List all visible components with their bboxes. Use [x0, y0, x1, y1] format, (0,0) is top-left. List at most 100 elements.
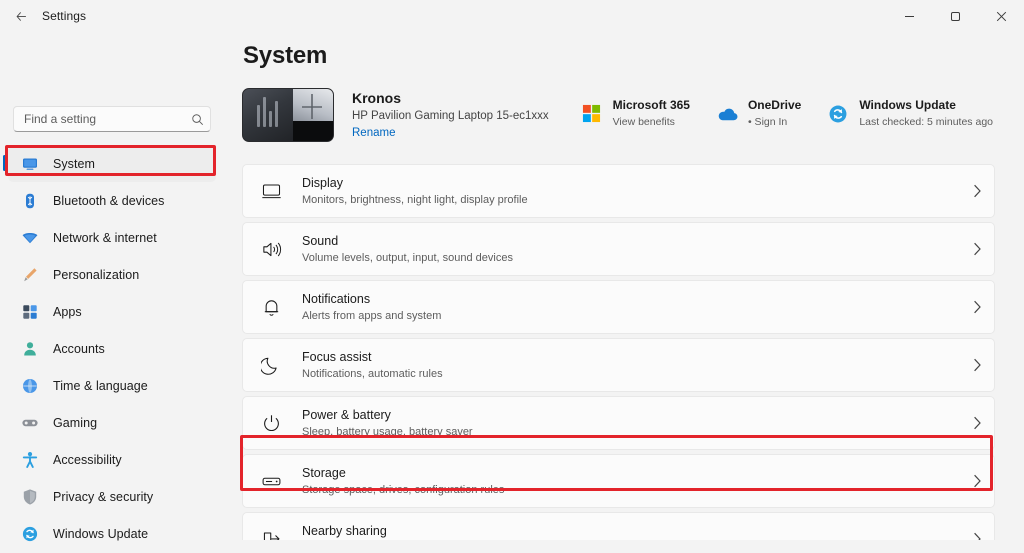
window-controls — [886, 0, 1024, 32]
bell-icon — [258, 294, 284, 320]
sidebar-item-system[interactable]: System — [8, 146, 216, 182]
row-subtitle: Monitors, brightness, night light, displ… — [302, 193, 960, 208]
apps-grid-icon — [20, 302, 40, 322]
gamepad-icon — [20, 413, 40, 433]
sidebar-item-gaming[interactable]: Gaming — [8, 405, 216, 441]
window-title: Settings — [42, 9, 86, 23]
chevron-right-icon — [960, 300, 994, 314]
row-title: Notifications — [302, 292, 370, 306]
chevron-right-icon — [960, 474, 994, 488]
settings-row-display[interactable]: Display Monitors, brightness, night ligh… — [242, 164, 995, 218]
sidebar-item-bluetooth-devices[interactable]: Bluetooth & devices — [8, 183, 216, 219]
speaker-icon — [258, 236, 284, 262]
row-title: Storage — [302, 466, 346, 480]
clock-globe-icon — [20, 376, 40, 396]
microsoft-logo-icon — [580, 102, 604, 126]
back-button[interactable] — [4, 1, 38, 31]
maximize-button[interactable] — [932, 0, 978, 32]
sidebar-item-label: Apps — [53, 305, 82, 319]
settings-row-focus-assist[interactable]: Focus assist Notifications, automatic ru… — [242, 338, 995, 392]
close-button[interactable] — [978, 0, 1024, 32]
chevron-right-icon — [960, 184, 994, 198]
row-subtitle: Sleep, battery usage, battery saver — [302, 425, 960, 440]
sidebar-item-label: Windows Update — [53, 527, 148, 541]
sidebar-item-label: Bluetooth & devices — [53, 194, 164, 208]
page-title: System — [243, 42, 327, 70]
row-subtitle: Volume levels, output, input, sound devi… — [302, 251, 960, 266]
chevron-right-icon — [960, 242, 994, 256]
card-onedrive[interactable]: OneDrive • Sign In — [715, 92, 810, 135]
sidebar-item-label: Accessibility — [53, 453, 122, 467]
row-subtitle: Notifications, automatic rules — [302, 367, 960, 382]
row-title: Display — [302, 176, 343, 190]
sidebar-item-label: System — [53, 157, 95, 171]
search-input[interactable] — [14, 112, 184, 126]
share-icon — [258, 526, 284, 540]
sidebar-nav: System Bluetooth & devices Network & int… — [0, 146, 224, 553]
row-title: Sound — [302, 234, 338, 248]
sidebar-item-apps[interactable]: Apps — [8, 294, 216, 330]
card-title: Microsoft 365 — [613, 98, 690, 112]
maximize-icon — [950, 11, 961, 22]
card-subtitle: Last checked: 5 minutes ago — [859, 116, 993, 128]
search-icon[interactable] — [184, 113, 210, 126]
settings-row-storage[interactable]: Storage Storage space, drives, configura… — [242, 454, 995, 508]
sidebar-item-label: Gaming — [53, 416, 97, 430]
chevron-right-icon — [960, 532, 994, 540]
sidebar-item-network-internet[interactable]: Network & internet — [8, 220, 216, 256]
onedrive-cloud-icon — [715, 102, 739, 126]
wifi-icon — [20, 228, 40, 248]
row-subtitle: Alerts from apps and system — [302, 309, 960, 324]
desktop-wallpaper-thumbnail — [242, 88, 334, 142]
windows-update-icon — [20, 524, 40, 544]
sidebar-item-label: Time & language — [53, 379, 148, 393]
close-icon — [996, 11, 1007, 22]
sidebar-item-time-language[interactable]: Time & language — [8, 368, 216, 404]
search-box[interactable] — [13, 106, 211, 132]
minimize-icon — [904, 11, 915, 22]
sidebar-item-accounts[interactable]: Accounts — [8, 331, 216, 367]
card-windows-update[interactable]: Windows Update Last checked: 5 minutes a… — [826, 92, 1002, 135]
sidebar-item-label: Privacy & security — [53, 490, 153, 504]
sidebar-item-accessibility[interactable]: Accessibility — [8, 442, 216, 478]
row-subtitle: Storage space, drives, configuration rul… — [302, 483, 960, 498]
settings-row-notifications[interactable]: Notifications Alerts from apps and syste… — [242, 280, 995, 334]
main-content: System Kronos HP Pavilion Gaming Laptop … — [224, 32, 1024, 540]
card-microsoft-365[interactable]: Microsoft 365 View benefits — [580, 92, 699, 135]
arrow-left-icon — [15, 10, 28, 23]
settings-row-power-battery[interactable]: Power & battery Sleep, battery usage, ba… — [242, 396, 995, 450]
rename-link[interactable]: Rename — [352, 125, 549, 141]
person-icon — [20, 339, 40, 359]
device-name: Kronos — [352, 90, 549, 107]
moon-icon — [258, 352, 284, 378]
sidebar-item-label: Network & internet — [53, 231, 157, 245]
card-title: Windows Update — [859, 98, 956, 112]
card-subtitle: View benefits — [613, 116, 675, 128]
card-title: OneDrive — [748, 98, 801, 112]
monitor-icon — [20, 154, 40, 174]
row-title: Nearby sharing — [302, 524, 387, 538]
sidebar-item-privacy-security[interactable]: Privacy & security — [8, 479, 216, 515]
settings-row-nearby-sharing[interactable]: Nearby sharing Discoverability, received… — [242, 512, 995, 540]
sidebar-item-label: Personalization — [53, 268, 139, 282]
storage-drive-icon — [258, 468, 284, 494]
device-model: HP Pavilion Gaming Laptop 15-ec1xxx — [352, 108, 549, 124]
row-title: Power & battery — [302, 408, 391, 422]
sidebar-item-personalization[interactable]: Personalization — [8, 257, 216, 293]
chevron-right-icon — [960, 416, 994, 430]
chevron-right-icon — [960, 358, 994, 372]
status-cards: Microsoft 365 View benefits OneDrive • S… — [580, 92, 1002, 135]
settings-row-sound[interactable]: Sound Volume levels, output, input, soun… — [242, 222, 995, 276]
sidebar-item-windows-update[interactable]: Windows Update — [8, 516, 216, 552]
windows-update-icon — [826, 102, 850, 126]
power-icon — [258, 410, 284, 436]
card-subtitle: • Sign In — [748, 116, 787, 128]
display-monitor-icon — [258, 178, 284, 204]
shield-icon — [20, 487, 40, 507]
accessibility-person-icon — [20, 450, 40, 470]
sidebar: System Bluetooth & devices Network & int… — [0, 32, 224, 540]
settings-rows: Display Monitors, brightness, night ligh… — [242, 164, 995, 540]
paintbrush-icon — [20, 265, 40, 285]
sidebar-item-label: Accounts — [53, 342, 105, 356]
minimize-button[interactable] — [886, 0, 932, 32]
